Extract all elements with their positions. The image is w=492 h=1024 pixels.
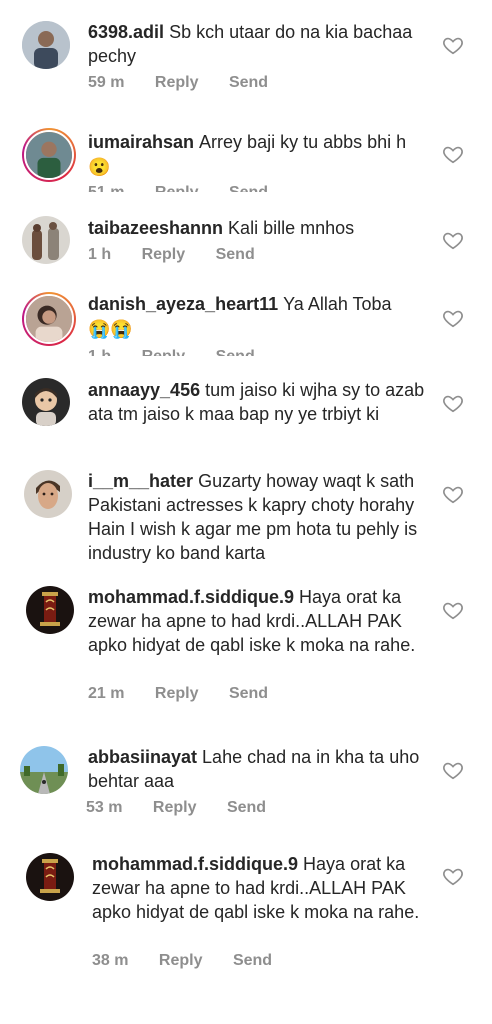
send-button[interactable]: Send xyxy=(229,74,268,91)
comment-username[interactable]: mohammad.f.siddique.9 xyxy=(92,854,298,874)
comment-text: danish_ayeza_heart11 Ya Allah Toba 😭😭 xyxy=(88,292,428,341)
comment-time: 1 h xyxy=(88,348,111,356)
comment-time: 51 m xyxy=(88,184,124,192)
comment-meta: 1 h Reply Send xyxy=(88,246,281,264)
comment-time: 1 h xyxy=(88,246,112,263)
comment-username[interactable]: iumairahsan xyxy=(88,132,194,152)
comment-meta: 51 m Reply Send xyxy=(88,184,294,192)
comment-text: annaayy_456 tum jaiso ki wjha sy to azab … xyxy=(88,378,428,426)
like-heart-icon[interactable] xyxy=(442,143,464,165)
avatar[interactable] xyxy=(22,128,76,182)
comment-meta: 21 m Reply Send xyxy=(88,685,294,703)
surprised-face-emoji: 😮 xyxy=(88,157,111,178)
avatar[interactable] xyxy=(22,216,70,264)
avatar[interactable] xyxy=(22,378,70,426)
comment-meta: 59 m Reply Send xyxy=(88,74,294,92)
comment-time: 53 m xyxy=(86,799,123,816)
avatar[interactable] xyxy=(22,21,70,69)
comment-text: 6398.adil Sb kch utaar do na kia bachaa p… xyxy=(88,20,428,68)
reply-button[interactable]: Reply xyxy=(155,74,199,91)
comment-text: mohammad.f.siddique.9 Haya orat ka zewar … xyxy=(92,852,428,924)
reply-button[interactable]: Reply xyxy=(153,799,197,816)
comment-username[interactable]: taibazeeshannn xyxy=(88,218,223,238)
like-heart-icon[interactable] xyxy=(442,392,464,414)
reply-button[interactable]: Reply xyxy=(142,246,186,263)
send-button[interactable]: Send xyxy=(233,952,272,969)
comment-username[interactable]: 6398.adil xyxy=(88,22,164,42)
send-button[interactable]: Send xyxy=(216,246,255,263)
send-button[interactable]: Send xyxy=(229,184,268,192)
avatar[interactable] xyxy=(22,292,76,346)
reply-button[interactable]: Reply xyxy=(142,348,186,356)
comment-text: i__m__hater Guzarty howay waqt k sath Pak… xyxy=(88,469,428,565)
comment-username[interactable]: mohammad.f.siddique.9 xyxy=(88,587,294,607)
like-heart-icon[interactable] xyxy=(442,229,464,251)
comment-username[interactable]: abbasiinayat xyxy=(88,747,197,767)
comment-username[interactable]: i__m__hater xyxy=(88,471,193,491)
send-button[interactable]: Send xyxy=(227,799,266,816)
avatar[interactable] xyxy=(20,746,68,794)
like-heart-icon[interactable] xyxy=(442,307,464,329)
avatar[interactable] xyxy=(26,586,74,634)
like-heart-icon[interactable] xyxy=(442,865,464,887)
like-heart-icon[interactable] xyxy=(442,483,464,505)
comment-text: iumairahsan Arrey baji ky tu abbs bhi h 😮 xyxy=(88,130,428,179)
comment-username[interactable]: danish_ayeza_heart11 xyxy=(88,294,278,314)
comment-text: taibazeeshannn Kali bille mnhos xyxy=(88,216,428,240)
like-heart-icon[interactable] xyxy=(442,34,464,56)
crying-face-emoji: 😭😭 xyxy=(88,319,133,340)
send-button[interactable]: Send xyxy=(229,685,268,702)
avatar[interactable] xyxy=(26,853,74,901)
comment-body: Kali bille mnhos xyxy=(228,218,355,238)
like-heart-icon[interactable] xyxy=(442,759,464,781)
like-heart-icon[interactable] xyxy=(442,599,464,621)
comment-time: 38 m xyxy=(92,952,129,969)
comment-meta: 1 h Reply Send xyxy=(88,348,281,356)
send-button[interactable]: Send xyxy=(216,348,255,356)
comment-text: mohammad.f.siddique.9 Haya orat ka zewar … xyxy=(88,585,428,657)
comment-time: 59 m xyxy=(88,74,125,91)
reply-button[interactable]: Reply xyxy=(155,184,199,192)
reply-button[interactable]: Reply xyxy=(155,685,199,702)
comment-text: abbasiinayat Lahe chad na in kha ta uho b… xyxy=(88,745,428,793)
comment-time: 21 m xyxy=(88,685,125,702)
reply-button[interactable]: Reply xyxy=(159,952,203,969)
comment-body: Ya Allah Toba xyxy=(283,294,392,314)
comment-meta: 38 m Reply Send xyxy=(92,952,298,970)
comment-body: Arrey baji ky tu abbs bhi h xyxy=(199,132,407,152)
comment-username[interactable]: annaayy_456 xyxy=(88,380,200,400)
comment-meta: 53 m Reply Send xyxy=(86,799,292,817)
avatar[interactable] xyxy=(24,470,72,518)
